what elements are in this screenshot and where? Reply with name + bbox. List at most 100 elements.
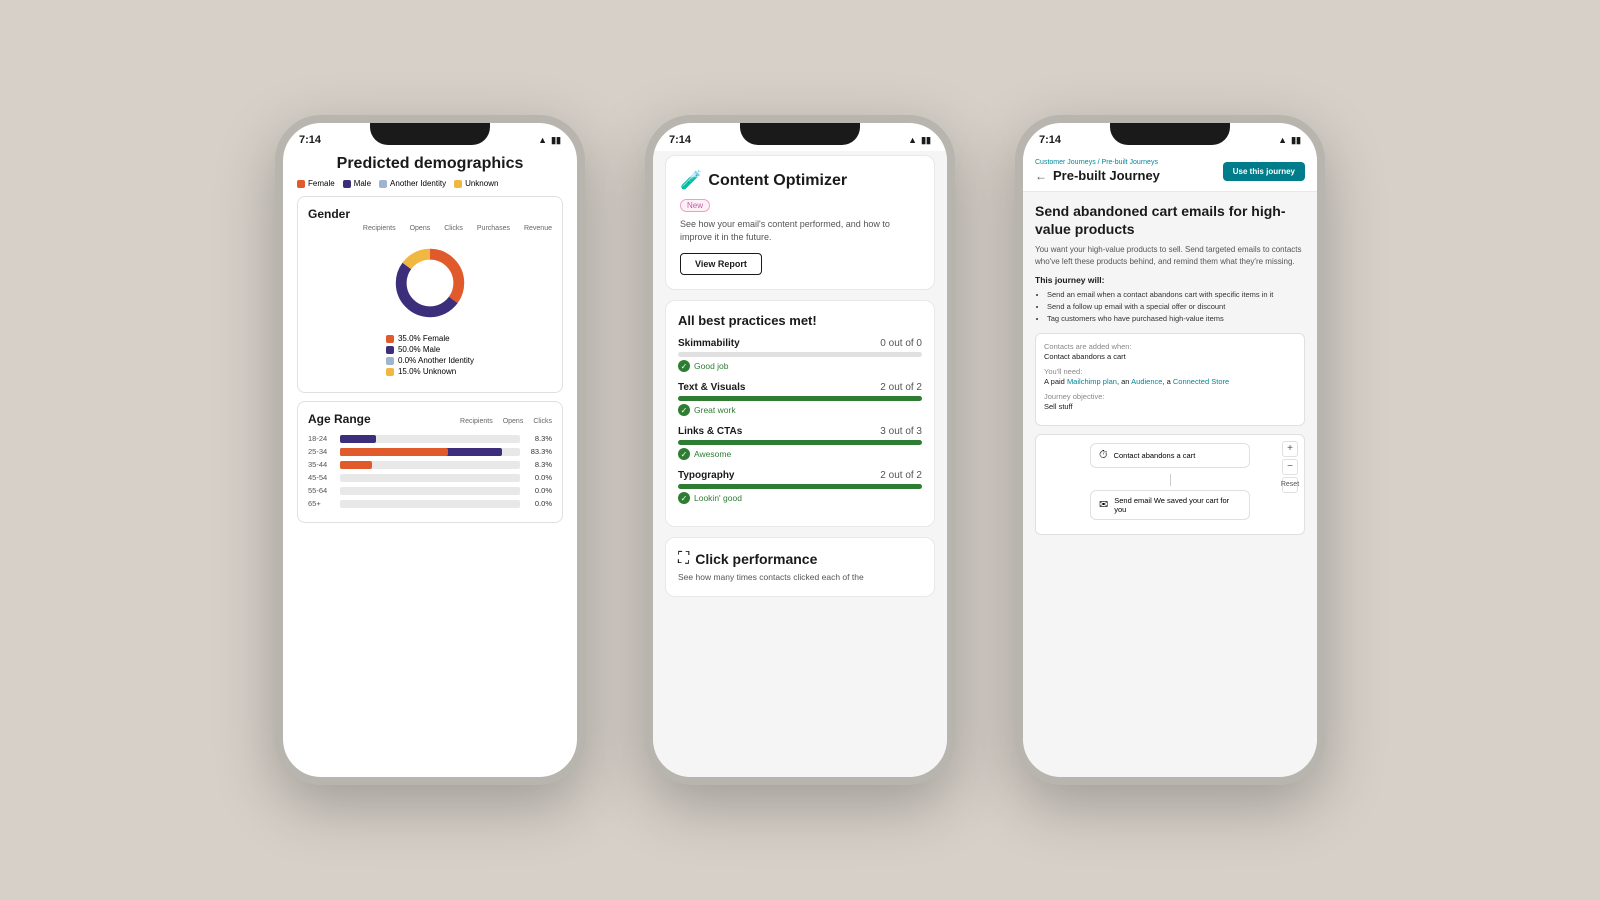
best-practices-card: All best practices met! Skimmability 0 o… [665, 300, 935, 527]
status-time-3: 7:14 [1039, 134, 1061, 146]
battery-icon-3: ▮▮ [1291, 135, 1301, 146]
legend-another-label: Another Identity [390, 179, 446, 188]
phone2-content: 🧪 Content Optimizer New See how your ema… [653, 151, 947, 777]
use-journey-button[interactable]: Use this journey [1223, 162, 1305, 181]
demo-title: Predicted demographics [297, 155, 563, 173]
mailchimp-plan-link[interactable]: Mailchimp plan [1067, 377, 1117, 386]
bp-skimmability-check: Good job [694, 361, 729, 371]
youll-need-label: You'll need: [1044, 367, 1296, 376]
journey-will-item-1: Send an email when a contact abandons ca… [1047, 289, 1305, 301]
legend-another: Another Identity [379, 179, 446, 188]
legend-male-label: Male [354, 179, 371, 188]
flow-node-1-label: Contact abandons a cart [1114, 451, 1196, 460]
journey-will-item-2: Send a follow up email with a special of… [1047, 301, 1305, 313]
journey-body: Send abandoned cart emails for high-valu… [1023, 192, 1317, 545]
status-time-2: 7:14 [669, 134, 691, 146]
col-revenue: Revenue [524, 225, 552, 232]
bp-typo-check: Lookin' good [694, 493, 742, 503]
bp-skimmability: Skimmability 0 out of 0 ✓Good job [678, 338, 922, 372]
bp-title: All best practices met! [678, 313, 922, 328]
gender-title: Gender [308, 207, 552, 221]
legend-unknown: Unknown [454, 179, 498, 188]
col-recipients: Recipients [363, 225, 396, 232]
dl-male: 50.0% Male [398, 345, 440, 354]
new-badge: New [680, 199, 710, 212]
journey-will-item-3: Tag customers who have purchased high-va… [1047, 313, 1305, 325]
age-row-55-64: 55-64 0.0% [308, 486, 552, 495]
bp-typography: Typography 2 out of 2 ✓Lookin' good [678, 470, 922, 504]
bp-tv-score: 2 out of 2 [880, 382, 922, 393]
age-col-recipients: Recipients [460, 418, 493, 425]
click-perf-icon: ⛶ [678, 550, 689, 568]
bp-tv-name: Text & Visuals [678, 382, 745, 393]
flow-zoom-in[interactable]: + [1282, 441, 1298, 457]
wifi-icon-2: ▲ [908, 135, 917, 145]
journey-desc: You want your high-value products to sel… [1035, 244, 1305, 266]
phone-3: 7:14 ▲ ▮▮ Customer Journeys / Pre-built … [1015, 115, 1325, 785]
flow-controls: + − Reset [1282, 441, 1298, 493]
legend-female: Female [297, 179, 335, 188]
optimizer-desc: See how your email's content performed, … [680, 218, 920, 243]
age-col-clicks: Clicks [533, 418, 552, 425]
audience-link[interactable]: Audience [1131, 377, 1162, 386]
bp-skimmability-name: Skimmability [678, 338, 740, 349]
youll-need-value: A paid Mailchimp plan, an Audience, a Co… [1044, 377, 1296, 386]
flow-zoom-out[interactable]: − [1282, 459, 1298, 475]
col-opens: Opens [410, 225, 431, 232]
bp-tv-check: Great work [694, 405, 736, 415]
dl-female: 35.0% Female [398, 334, 450, 343]
phone-1: 7:14 ▲ ▮▮ Predicted demographics Female … [275, 115, 585, 785]
notch-1 [370, 123, 490, 145]
age-row-25-34: 25-34 83.3% [308, 447, 552, 456]
wifi-icon: ▲ [538, 135, 547, 145]
bp-text-visuals: Text & Visuals 2 out of 2 ✓Great work [678, 382, 922, 416]
flow-node-1-icon: ⏱ [1099, 449, 1108, 462]
view-report-button[interactable]: View Report [680, 253, 762, 275]
age-card: Age Range Recipients Opens Clicks 18-24 … [297, 401, 563, 523]
click-perf-desc: See how many times contacts clicked each… [678, 572, 922, 584]
legend-female-label: Female [308, 179, 335, 188]
donut-chart [385, 238, 475, 328]
click-perf-title: Click performance [695, 551, 817, 567]
bp-skimmability-score: 0 out of 0 [880, 338, 922, 349]
age-row-35-44: 35-44 8.3% [308, 460, 552, 469]
bp-typo-score: 2 out of 2 [880, 470, 922, 481]
back-arrow[interactable]: ← [1035, 169, 1047, 183]
battery-icon-2: ▮▮ [921, 135, 931, 146]
bp-typo-name: Typography [678, 470, 734, 481]
optimizer-icon: 🧪 [680, 170, 702, 191]
journey-will-list: Send an email when a contact abandons ca… [1035, 289, 1305, 325]
click-performance-card: ⛶ Click performance See how many times c… [665, 537, 935, 597]
flow-node-2-label: Send email We saved your cart for you [1114, 496, 1241, 514]
flow-connector [1170, 474, 1171, 486]
age-title: Age Range [308, 412, 371, 426]
bp-lc-check: Awesome [694, 449, 731, 459]
flow-node-1: ⏱ Contact abandons a cart [1090, 443, 1250, 468]
legend: Female Male Another Identity Unknown [297, 179, 563, 188]
col-purchases: Purchases [477, 225, 510, 232]
legend-unknown-label: Unknown [465, 179, 498, 188]
age-row-65plus: 65+ 0.0% [308, 499, 552, 508]
bp-lc-name: Links & CTAs [678, 426, 742, 437]
objective-value: Sell stuff [1044, 402, 1296, 411]
phone3-content: Customer Journeys / Pre-built Journeys ←… [1023, 151, 1317, 777]
dl-unknown: 15.0% Unknown [398, 367, 456, 376]
phone-2: 7:14 ▲ ▮▮ 🧪 Content Optimizer New See ho… [645, 115, 955, 785]
content-optimizer-card: 🧪 Content Optimizer New See how your ema… [665, 155, 935, 290]
journey-info-grid: Contacts are added when: Contact abandon… [1035, 333, 1305, 426]
flow-reset[interactable]: Reset [1282, 477, 1298, 493]
journey-flow: ⏱ Contact abandons a cart ✉ Send email W… [1035, 434, 1305, 535]
status-icons-3: ▲ ▮▮ [1278, 135, 1301, 146]
objective-label: Journey objective: [1044, 392, 1296, 401]
journey-main-title: Send abandoned cart emails for high-valu… [1035, 202, 1305, 238]
notch-2 [740, 123, 860, 145]
contacts-added-value: Contact abandons a cart [1044, 352, 1296, 361]
age-row-45-54: 45-54 0.0% [308, 473, 552, 482]
age-row-18-24: 18-24 8.3% [308, 434, 552, 443]
journey-header: Customer Journeys / Pre-built Journeys ←… [1023, 151, 1317, 192]
flow-node-2: ✉ Send email We saved your cart for you [1090, 490, 1250, 520]
optimizer-title: Content Optimizer [708, 172, 847, 190]
gender-card: Gender Recipients Opens Clicks Purchases… [297, 196, 563, 393]
status-icons-1: ▲ ▮▮ [538, 135, 561, 146]
connected-store-link[interactable]: Connected Store [1173, 377, 1229, 386]
